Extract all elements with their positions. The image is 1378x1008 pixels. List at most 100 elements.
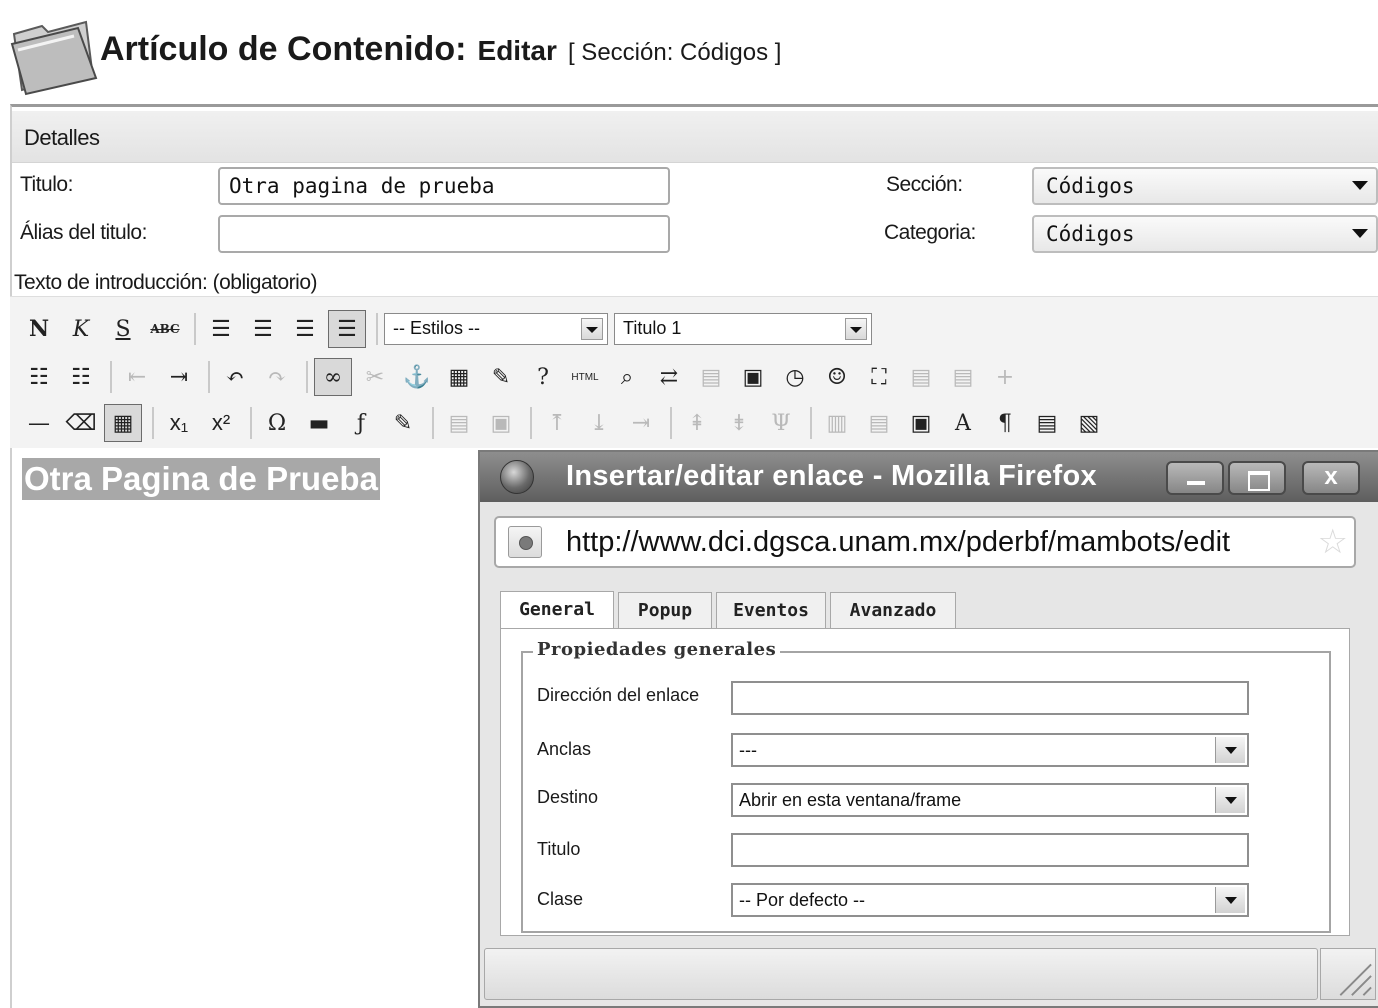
align-center-icon[interactable]: ☰ (244, 310, 282, 348)
chevron-down-icon (581, 318, 603, 340)
section-select[interactable]: Códigos (1032, 167, 1378, 205)
template-icon[interactable]: ▤ (1028, 404, 1066, 442)
minimize-button[interactable] (1166, 461, 1224, 495)
hr-icon[interactable]: — (20, 404, 58, 442)
resize-grip-icon[interactable] (1320, 948, 1376, 1000)
url-text[interactable]: http://www.dci.dgsca.unam.mx/pderbf/mamb… (566, 526, 1230, 559)
firefox-icon (500, 460, 534, 494)
class-select-value: -- Por defecto -- (739, 890, 866, 910)
italic-icon[interactable]: K (62, 310, 100, 348)
delete-row-icon[interactable]: ⇥ (622, 404, 660, 442)
close-button[interactable]: x (1302, 461, 1360, 495)
tab-eventos[interactable]: Eventos (716, 592, 826, 630)
image-icon[interactable]: ▦ (440, 358, 478, 396)
star-icon[interactable]: ☆ (1318, 522, 1348, 562)
editor-content[interactable]: Otra Pagina de Prueba (20, 450, 480, 1008)
align-left-icon[interactable]: ☰ (202, 310, 240, 348)
paste-icon[interactable]: ▤ (692, 358, 730, 396)
toolbar-row-1: N K S ABC ☰ ☰ ☰ ☰ -- Estilos -- Titulo 1 (20, 307, 878, 351)
site-identity-icon[interactable] (508, 526, 542, 558)
category-label: Categoria: (884, 221, 976, 244)
link-title-input[interactable] (731, 833, 1249, 867)
intro-label: Texto de introducción: (obligatorio) (14, 271, 318, 294)
cell-props-icon[interactable]: ▣ (482, 404, 520, 442)
toolbar-separator (208, 361, 210, 393)
eraser-icon[interactable]: ⌫ (62, 404, 100, 442)
date-icon[interactable]: ▣ (734, 358, 772, 396)
window-titlebar[interactable]: Insertar/editar enlace - Mozilla Firefox… (480, 452, 1378, 502)
title-input[interactable] (218, 167, 670, 205)
toolbar-separator (306, 361, 308, 393)
paste-text-icon[interactable]: ▤ (944, 358, 982, 396)
tab-avanzado[interactable]: Avanzado (830, 592, 956, 630)
html-icon[interactable]: HTML (566, 358, 604, 396)
merge-cells-icon[interactable]: ▤ (860, 404, 898, 442)
marker-icon[interactable]: ▬ (300, 404, 338, 442)
indent-icon[interactable]: ⇥ (160, 358, 198, 396)
category-select[interactable]: Códigos (1032, 215, 1378, 253)
link-url-input[interactable] (731, 681, 1249, 715)
align-right-icon[interactable]: ☰ (286, 310, 324, 348)
underline-icon[interactable]: S (104, 310, 142, 348)
flash-icon[interactable]: ƒ (342, 404, 380, 442)
search-icon[interactable]: ⌕ (608, 358, 646, 396)
table-icon[interactable]: ▦ (104, 404, 142, 442)
help-icon[interactable]: ? (524, 358, 562, 396)
page-header: Artículo de Contenido: Editar [ Sección:… (0, 0, 1378, 100)
superscript-icon[interactable]: x² (202, 404, 240, 442)
url-bar[interactable]: http://www.dci.dgsca.unam.mx/pderbf/mamb… (494, 516, 1356, 568)
image-manager-icon[interactable]: ▧ (1070, 404, 1108, 442)
strikethrough-icon[interactable]: ABC (146, 310, 184, 348)
omega-icon[interactable]: Ω (258, 404, 296, 442)
cleanup-icon[interactable]: ✎ (482, 358, 520, 396)
pilcrow-icon[interactable]: ¶ (986, 404, 1024, 442)
chevron-down-icon (1215, 737, 1245, 763)
maximize-button[interactable] (1228, 461, 1286, 495)
tab-popup[interactable]: Popup (618, 592, 712, 630)
bold-icon[interactable]: N (20, 310, 58, 348)
align-justify-icon[interactable]: ☰ (328, 310, 366, 348)
category-select-value: Códigos (1046, 222, 1135, 246)
page-title: Artículo de Contenido: Editar [ Sección:… (100, 30, 781, 69)
alias-input[interactable] (218, 215, 670, 253)
page-title-section: [ Sección: Códigos ] (567, 39, 782, 66)
emotions-icon[interactable]: ☺ (818, 358, 856, 396)
media-icon[interactable]: ✎ (384, 404, 422, 442)
unlink-icon[interactable]: ✂ (356, 358, 394, 396)
row-before-icon[interactable]: ⤒ (538, 404, 576, 442)
title-label: Titulo: (20, 173, 73, 196)
numbered-list-icon[interactable]: ☷ (62, 358, 100, 396)
insert-icon[interactable]: + (986, 358, 1024, 396)
col-after-icon[interactable]: ⇟ (720, 404, 758, 442)
col-before-icon[interactable]: ⇞ (678, 404, 716, 442)
time-icon[interactable]: ◷ (776, 358, 814, 396)
row-props-icon[interactable]: ▤ (440, 404, 478, 442)
section-select-value: Códigos (1046, 174, 1135, 198)
redo-icon[interactable]: ↷ (258, 358, 296, 396)
tab-general[interactable]: General (500, 591, 614, 631)
replace-icon[interactable]: ⇄ (650, 358, 688, 396)
bullet-list-icon[interactable]: ☷ (20, 358, 58, 396)
undo-icon[interactable]: ↶ (216, 358, 254, 396)
editor-heading[interactable]: Otra Pagina de Prueba (22, 458, 380, 500)
anchor-icon[interactable]: ⚓ (398, 358, 436, 396)
subscript-icon[interactable]: x₁ (160, 404, 198, 442)
format-select[interactable]: Titulo 1 (614, 313, 872, 345)
styles-select[interactable]: -- Estilos -- (384, 313, 608, 345)
class-select[interactable]: -- Por defecto -- (731, 883, 1249, 917)
split-cells-icon[interactable]: ▥ (818, 404, 856, 442)
delete-col-icon[interactable]: Ψ (762, 404, 800, 442)
row-after-icon[interactable]: ⤓ (580, 404, 618, 442)
style-props-icon[interactable]: A (944, 404, 982, 442)
toolbar-separator (810, 407, 812, 439)
toolbar-separator (194, 313, 196, 345)
copy-icon[interactable]: ▤ (902, 358, 940, 396)
layer-icon[interactable]: ▣ (902, 404, 940, 442)
anchors-select[interactable]: --- (731, 733, 1249, 767)
outdent-icon[interactable]: ⇤ (118, 358, 156, 396)
toolbar-separator (152, 407, 154, 439)
fullscreen-icon[interactable]: ⛶ (860, 358, 898, 396)
target-select[interactable]: Abrir en esta ventana/frame (731, 783, 1249, 817)
link-icon[interactable]: ∞ (314, 358, 352, 396)
toolbar-separator (530, 407, 532, 439)
